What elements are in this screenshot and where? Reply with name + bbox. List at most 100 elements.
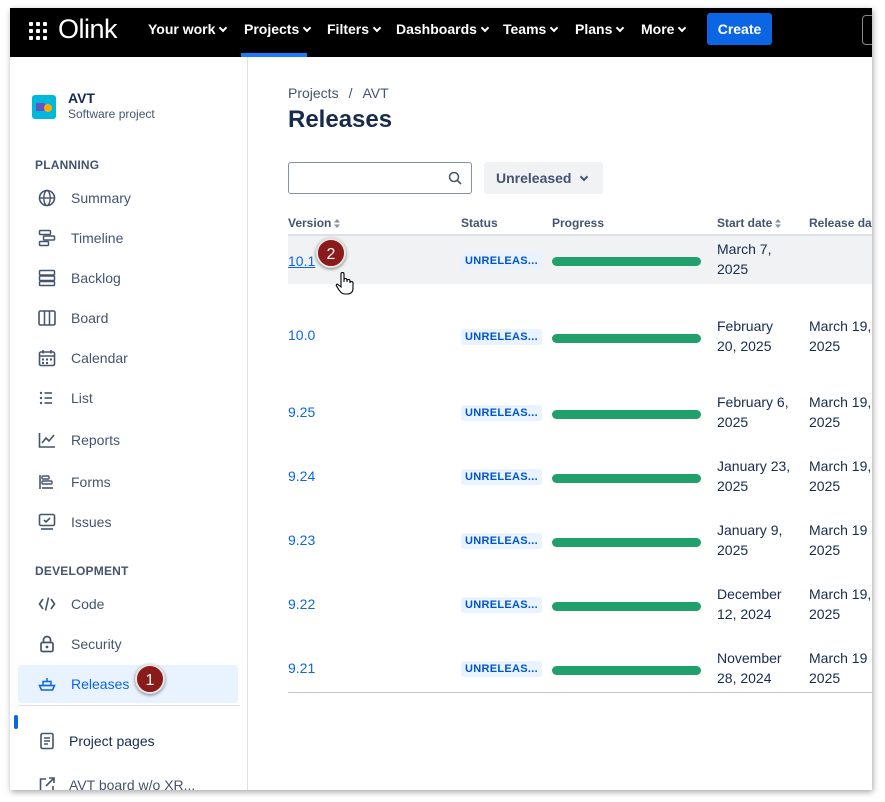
nav-your-work[interactable]: Your work: [148, 21, 228, 37]
forms-icon: [39, 475, 53, 489]
search-field-edge[interactable]: [862, 15, 872, 45]
sidebar-item-label: Board: [71, 310, 109, 326]
nav-filters[interactable]: Filters: [327, 21, 382, 37]
column-header-start-date[interactable]: Start date: [717, 216, 782, 230]
column-header-progress: Progress: [552, 216, 605, 230]
status-lozenge: UNRELEAS...: [461, 597, 542, 613]
version-link[interactable]: 9.21: [288, 660, 315, 676]
chevron-down-icon: [480, 23, 490, 33]
sidebar-item-label: Backlog: [71, 270, 121, 286]
sort-icon: [334, 219, 341, 228]
column-header-release-date[interactable]: Release date: [809, 216, 872, 230]
sidebar-item-backlog[interactable]: Backlog: [18, 259, 238, 297]
start-date: February 6, 2025: [717, 394, 789, 430]
table-row[interactable]: 9.21 UNRELEAS... November 28, 2024 March …: [288, 644, 872, 704]
chevron-down-icon: [616, 23, 625, 33]
reports-icon: [38, 433, 55, 448]
table-row[interactable]: 9.25 UNRELEAS... February 6, 2025 March 1…: [288, 388, 872, 448]
column-header-version[interactable]: Version: [288, 216, 341, 230]
sidebar-item-calendar[interactable]: Calendar: [18, 339, 238, 377]
external-link-icon: [39, 777, 55, 790]
table-row[interactable]: 10.0 UNRELEAS... February 20, 2025 March …: [288, 312, 872, 372]
nav-teams[interactable]: Teams: [503, 21, 559, 37]
chevron-down-icon: [219, 23, 228, 33]
sidebar-item-reports[interactable]: Reports: [18, 421, 238, 459]
list-icon: [39, 391, 52, 405]
sidebar-item-timeline[interactable]: Timeline: [18, 219, 238, 257]
nav-dashboards[interactable]: Dashboards: [396, 21, 490, 37]
callout-badge: 2: [316, 238, 346, 268]
chevron-down-icon: [678, 23, 687, 33]
development-heading: DEVELOPMENT: [35, 564, 129, 578]
status-filter-dropdown[interactable]: Unreleased: [484, 162, 603, 194]
sidebar-item-security[interactable]: Security: [18, 625, 238, 663]
status-lozenge: UNRELEAS...: [461, 329, 542, 345]
project-type: Software project: [68, 107, 155, 121]
table-row[interactable]: 9.23 UNRELEAS... January 9, 2025 March 19…: [288, 516, 872, 576]
chevron-down-icon: [303, 23, 312, 33]
lock-icon: [40, 635, 54, 653]
nav-projects[interactable]: Projects: [244, 21, 312, 37]
project-avatar[interactable]: [32, 95, 56, 119]
sidebar-item-project-pages[interactable]: Project pages: [18, 722, 238, 760]
version-link[interactable]: 9.23: [288, 532, 315, 548]
chevron-down-icon: [550, 23, 559, 33]
search-field[interactable]: [288, 162, 472, 194]
chevron-down-icon: [580, 172, 589, 182]
table-bottom-divider: [288, 692, 872, 693]
ship-icon: [38, 678, 56, 691]
sidebar-item-releases[interactable]: Releases: [18, 665, 238, 703]
sidebar-item-list[interactable]: List: [18, 379, 238, 417]
table-row[interactable]: 9.22 UNRELEAS... December 12, 2024 March …: [288, 580, 872, 640]
sidebar-item-forms[interactable]: Forms: [18, 463, 238, 501]
status-lozenge: UNRELEAS...: [461, 469, 542, 485]
product-logo[interactable]: Olink: [58, 14, 118, 45]
nav-plans[interactable]: Plans: [575, 21, 625, 37]
calendar-icon: [38, 350, 56, 367]
version-link[interactable]: 9.24: [288, 468, 315, 484]
sort-icon: [775, 219, 782, 228]
create-button[interactable]: Create: [707, 13, 772, 45]
version-link[interactable]: 10.0: [288, 327, 315, 343]
breadcrumb-separator: /: [348, 85, 353, 101]
search-icon[interactable]: [448, 171, 462, 185]
column-header-status: Status: [461, 216, 498, 230]
start-date: February 20, 2025: [717, 318, 774, 354]
callout-badge: 1: [135, 664, 165, 694]
breadcrumb-projects[interactable]: Projects: [288, 85, 339, 101]
progress-bar: [552, 538, 701, 547]
sidebar-item-label: Releases: [71, 676, 130, 692]
status-lozenge: UNRELEAS...: [461, 533, 542, 549]
sidebar-item-issues[interactable]: Issues: [18, 503, 238, 541]
timeline-icon: [38, 229, 56, 247]
sidebar-item-board[interactable]: Board: [18, 299, 238, 337]
sidebar-item-label: Forms: [71, 474, 111, 490]
breadcrumb-project[interactable]: AVT: [362, 85, 388, 101]
progress-bar: [552, 334, 701, 343]
release-date: March 19, 2025: [809, 394, 872, 430]
sidebar-item-label: Code: [71, 596, 105, 612]
table-row[interactable]: 9.24 UNRELEAS... January 23, 2025 March 1…: [288, 452, 872, 512]
sidebar-item-label: Issues: [71, 514, 112, 530]
board-icon: [38, 310, 56, 326]
progress-bar: [552, 666, 701, 675]
sidebar-divider: [18, 705, 240, 706]
version-link[interactable]: 9.25: [288, 404, 315, 420]
globe-icon: [38, 189, 56, 207]
planning-heading: PLANNING: [35, 158, 100, 172]
sidebar-item-summary[interactable]: Summary: [18, 179, 238, 217]
progress-bar: [552, 474, 701, 483]
sidebar-item-label: List: [71, 390, 93, 406]
version-link[interactable]: 10.1: [288, 253, 315, 269]
search-input[interactable]: [297, 163, 447, 191]
app-switcher-icon[interactable]: [29, 22, 47, 40]
status-lozenge: UNRELEAS...: [461, 253, 542, 269]
table-row[interactable]: 10.1 UNRELEAS... March 7, 2025: [288, 236, 872, 284]
sidebar-item-code[interactable]: Code: [18, 585, 238, 623]
sidebar-item-avt-board[interactable]: AVT board w/o XR...: [18, 766, 238, 790]
sidebar-item-label: Reports: [71, 432, 121, 448]
version-link[interactable]: 9.22: [288, 596, 315, 612]
backlog-icon: [38, 269, 56, 287]
project-name[interactable]: AVT: [68, 90, 95, 106]
nav-more[interactable]: More: [641, 21, 687, 37]
